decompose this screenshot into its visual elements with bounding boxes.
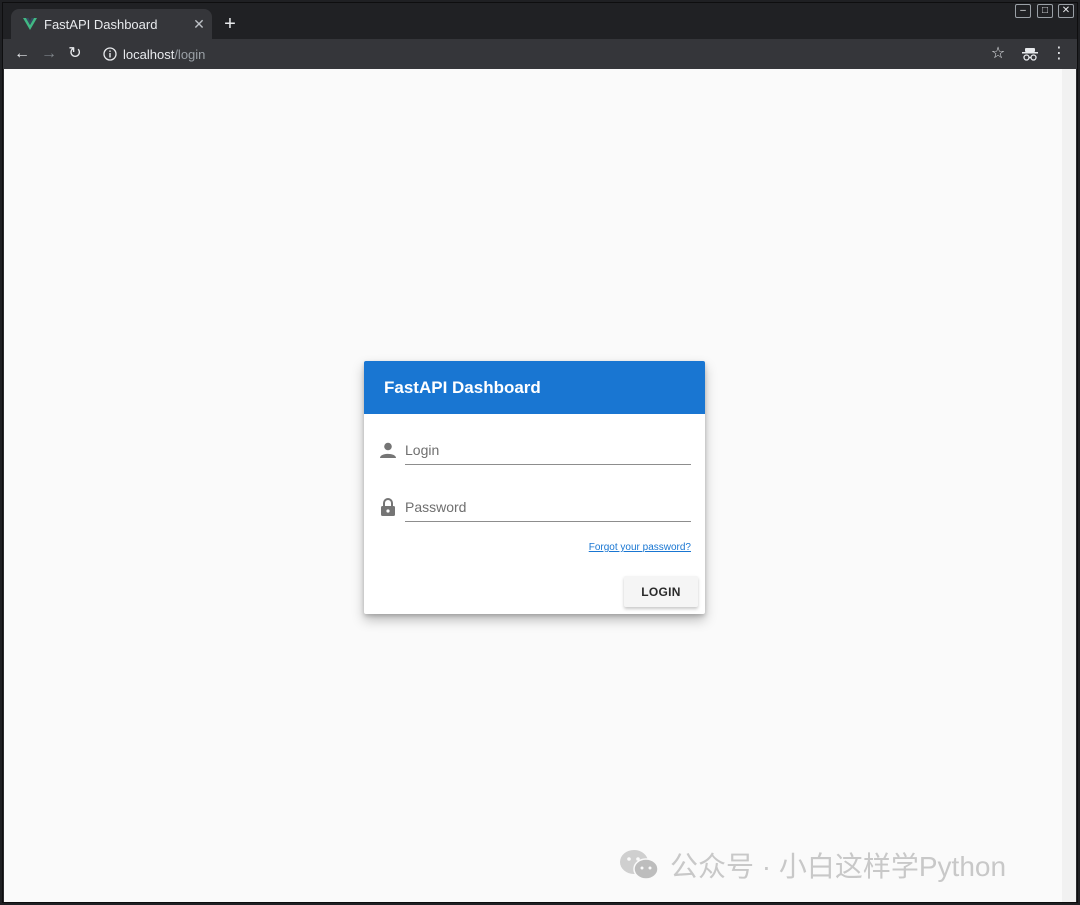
close-window-button[interactable]: ✕ xyxy=(1058,4,1074,18)
watermark: 公众号 · 小白这样学Python xyxy=(618,845,1006,885)
reload-button[interactable]: ↻ xyxy=(64,43,86,65)
back-button[interactable]: ← xyxy=(11,43,33,65)
card-title: FastAPI Dashboard xyxy=(384,377,541,397)
page-viewport: FastAPI Dashboard Forgot your password? xyxy=(4,69,1076,902)
maximize-button[interactable]: □ xyxy=(1037,4,1053,18)
password-field xyxy=(380,488,691,524)
incognito-icon[interactable] xyxy=(1022,47,1038,61)
vue-logo-icon xyxy=(23,18,37,30)
login-button[interactable]: LOGIN xyxy=(624,576,698,607)
tab-close-icon[interactable]: ✕ xyxy=(190,15,208,33)
watermark-text: 公众号 · 小白这样学Python xyxy=(670,851,1007,882)
browser-window: FastAPI Dashboard ✕ + – □ ✕ ← → ↻ localh… xyxy=(2,2,1078,903)
browser-tab[interactable]: FastAPI Dashboard ✕ xyxy=(11,9,212,39)
password-input[interactable] xyxy=(405,492,691,522)
person-icon xyxy=(380,442,396,458)
url-path: /login xyxy=(174,46,206,62)
address-bar[interactable]: localhost/login xyxy=(95,42,915,66)
browser-toolbar: ← → ↻ localhost/login ☆ ⋮ xyxy=(3,39,1077,69)
login-card-header: FastAPI Dashboard xyxy=(364,361,705,414)
login-field xyxy=(380,431,691,467)
info-icon[interactable] xyxy=(103,47,117,61)
tab-strip: FastAPI Dashboard ✕ + – □ ✕ xyxy=(3,3,1077,39)
wechat-logo-icon xyxy=(620,850,659,880)
url-host: localhost xyxy=(123,46,175,62)
lock-icon xyxy=(381,498,395,516)
page-scrollbar[interactable] xyxy=(1062,69,1076,902)
login-input[interactable] xyxy=(405,435,691,465)
forgot-password-link[interactable]: Forgot your password? xyxy=(589,542,691,553)
minimize-button[interactable]: – xyxy=(1015,4,1031,18)
forward-button[interactable]: → xyxy=(38,43,60,65)
browser-menu-icon[interactable]: ⋮ xyxy=(1048,43,1070,65)
login-card: FastAPI Dashboard Forgot your password? xyxy=(364,361,705,614)
bookmark-star-icon[interactable]: ☆ xyxy=(987,43,1009,65)
new-tab-button[interactable]: + xyxy=(219,13,241,35)
tab-title: FastAPI Dashboard xyxy=(44,16,158,32)
